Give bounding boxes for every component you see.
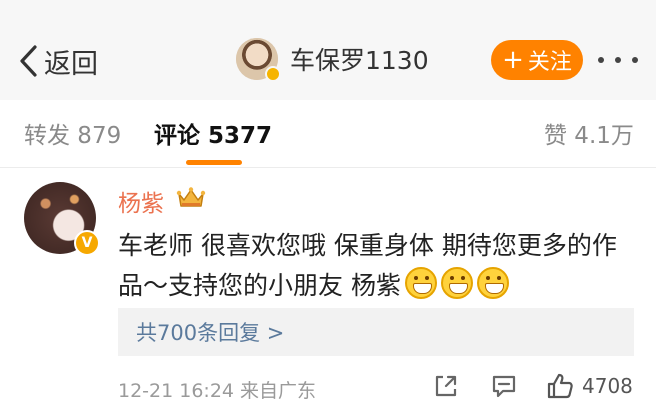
dot-icon [632, 57, 638, 63]
back-button[interactable]: 返回 [18, 40, 98, 82]
thumbs-up-icon [547, 373, 573, 399]
follow-button[interactable]: + 关注 [491, 40, 583, 80]
share-icon [435, 375, 457, 397]
more-options-button[interactable] [598, 48, 638, 72]
avatar[interactable] [236, 38, 281, 82]
grin-emoji-icon [476, 267, 509, 299]
chevron-left-icon [20, 45, 37, 77]
comment-text: 车老师 很喜欢您哦 保重身体 期待您更多的作品～支持您的小朋友 杨紫 [118, 226, 638, 306]
tab-likes[interactable]: 赞 4.1万 [544, 116, 634, 150]
view-replies-link[interactable]: 共700条回复 > [136, 317, 284, 347]
comment-body: 车老师 很喜欢您哦 保重身体 期待您更多的作品～支持您的小朋友 杨紫 [118, 231, 617, 300]
top-nav-bar: 返回 车保罗1130 + 关注 [0, 0, 656, 100]
grin-emoji-icon [404, 267, 437, 299]
share-button[interactable] [432, 372, 460, 404]
tab-bar: 转发 879 评论 5377 赞 4.1万 [0, 100, 656, 168]
grin-emoji-icon [440, 267, 473, 299]
dot-icon [598, 57, 604, 63]
reply-button[interactable] [490, 372, 518, 404]
replies-box[interactable]: 共700条回复 > [118, 308, 634, 356]
dot-icon [615, 57, 621, 63]
follow-label: 关注 [527, 50, 572, 75]
tab-repost[interactable]: 转发 879 [24, 116, 121, 150]
back-label: 返回 [44, 48, 98, 80]
comment-timestamp: 12-21 16:24 来自广东 [118, 380, 317, 402]
like-button[interactable]: 4708 [546, 372, 633, 400]
verified-icon [265, 66, 281, 82]
comment-avatar[interactable]: V [24, 182, 100, 256]
tab-comments[interactable]: 评论 5377 [154, 116, 272, 150]
user-name[interactable]: 车保罗1130 [290, 41, 429, 77]
like-count: 4708 [582, 374, 633, 398]
comment-author[interactable]: 杨紫 [118, 184, 164, 218]
crown-badge-icon [176, 187, 206, 207]
profile-header[interactable]: 车保罗1130 [236, 38, 429, 82]
active-tab-indicator [186, 160, 242, 165]
comment-icon [492, 375, 516, 398]
verified-badge-icon: V [74, 230, 100, 256]
plus-icon: + [502, 45, 524, 75]
